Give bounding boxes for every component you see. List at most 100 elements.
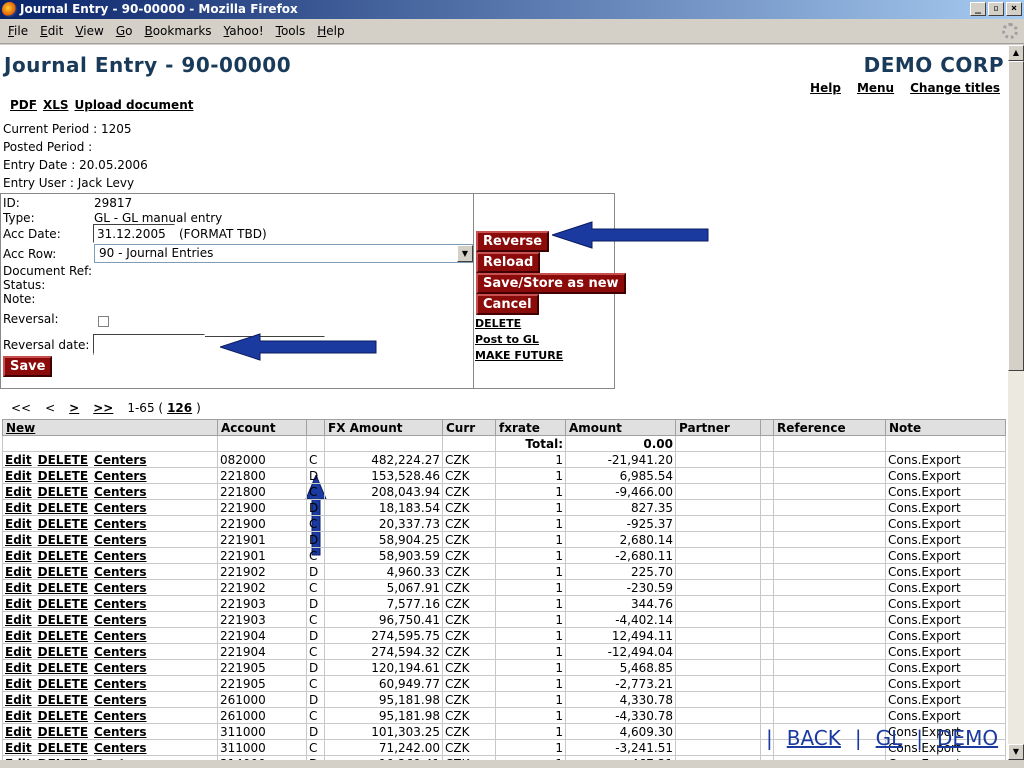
delete-link[interactable]: DELETE	[38, 725, 88, 739]
cancel-button[interactable]: Cancel	[476, 294, 539, 315]
pager-next[interactable]: >	[69, 401, 79, 415]
delete-link[interactable]: DELETE	[475, 317, 521, 330]
delete-link[interactable]: DELETE	[38, 469, 88, 483]
edit-link[interactable]: Edit	[5, 453, 32, 467]
centers-link[interactable]: Centers	[94, 517, 146, 531]
reversal-checkbox[interactable]	[98, 316, 109, 327]
scrollbar-thumb[interactable]	[1008, 61, 1024, 371]
minimize-button[interactable]: _	[970, 2, 986, 16]
maximize-button[interactable]: ▫	[988, 2, 1004, 16]
centers-link[interactable]: Centers	[94, 597, 146, 611]
gl-link[interactable]: GL	[876, 726, 903, 750]
vertical-scrollbar[interactable]: ▲ ▼	[1008, 45, 1024, 760]
upload-document-link[interactable]: Upload document	[75, 98, 194, 112]
delete-link[interactable]: DELETE	[38, 533, 88, 547]
scroll-down-icon[interactable]: ▼	[1008, 744, 1024, 760]
centers-link[interactable]: Centers	[94, 725, 146, 739]
edit-link[interactable]: Edit	[5, 469, 32, 483]
centers-link[interactable]: Centers	[94, 533, 146, 547]
centers-link[interactable]: Centers	[94, 565, 146, 579]
close-button[interactable]: ×	[1006, 2, 1022, 16]
new-link[interactable]: New	[6, 421, 35, 435]
acc-row-select[interactable]: 90 - Journal Entries ▼	[94, 244, 474, 263]
centers-link[interactable]: Centers	[94, 741, 146, 755]
save-button[interactable]: Save	[3, 356, 53, 377]
delete-link[interactable]: DELETE	[38, 565, 88, 579]
menu-file[interactable]: File	[2, 24, 34, 38]
edit-link[interactable]: Edit	[5, 725, 32, 739]
edit-link[interactable]: Edit	[5, 709, 32, 723]
centers-link[interactable]: Centers	[94, 581, 146, 595]
edit-link[interactable]: Edit	[5, 581, 32, 595]
menu-help[interactable]: Help	[311, 24, 350, 38]
edit-link[interactable]: Edit	[5, 677, 32, 691]
scroll-up-icon[interactable]: ▲	[1008, 45, 1024, 61]
centers-link[interactable]: Centers	[94, 453, 146, 467]
pager-total[interactable]: 126	[167, 401, 192, 415]
delete-link[interactable]: DELETE	[38, 693, 88, 707]
menu-link[interactable]: Menu	[857, 81, 894, 95]
edit-link[interactable]: Edit	[5, 565, 32, 579]
delete-link[interactable]: DELETE	[38, 485, 88, 499]
delete-link[interactable]: DELETE	[38, 581, 88, 595]
change-titles-link[interactable]: Change titles	[910, 81, 1000, 95]
help-link[interactable]: Help	[810, 81, 841, 95]
menu-view[interactable]: View	[69, 24, 109, 38]
centers-link[interactable]: Centers	[94, 645, 146, 659]
edit-link[interactable]: Edit	[5, 693, 32, 707]
save-store-as-new-button[interactable]: Save/Store as new	[476, 273, 626, 294]
pdf-link[interactable]: PDF	[10, 98, 37, 112]
acc-date-input[interactable]	[93, 224, 175, 243]
reversal-date-input[interactable]	[93, 334, 205, 354]
delete-link[interactable]: DELETE	[38, 661, 88, 675]
edit-link[interactable]: Edit	[5, 517, 32, 531]
delete-link[interactable]: DELETE	[38, 517, 88, 531]
delete-link[interactable]: DELETE	[38, 677, 88, 691]
delete-link[interactable]: DELETE	[38, 453, 88, 467]
chevron-down-icon[interactable]: ▼	[457, 245, 473, 262]
delete-link[interactable]: DELETE	[38, 709, 88, 723]
centers-link[interactable]: Centers	[94, 501, 146, 515]
make-future-link[interactable]: MAKE FUTURE	[475, 349, 563, 362]
edit-link[interactable]: Edit	[5, 597, 32, 611]
pager-last[interactable]: >>	[93, 401, 113, 415]
demo-link[interactable]: DEMO	[937, 726, 998, 750]
delete-link[interactable]: DELETE	[38, 501, 88, 515]
centers-link[interactable]: Centers	[94, 661, 146, 675]
edit-link[interactable]: Edit	[5, 613, 32, 627]
delete-link[interactable]: DELETE	[38, 629, 88, 643]
centers-link[interactable]: Centers	[94, 709, 146, 723]
centers-link[interactable]: Centers	[94, 469, 146, 483]
delete-link[interactable]: DELETE	[38, 741, 88, 755]
delete-link[interactable]: DELETE	[38, 597, 88, 611]
edit-link[interactable]: Edit	[5, 741, 32, 755]
edit-link[interactable]: Edit	[5, 661, 32, 675]
edit-link[interactable]: Edit	[5, 645, 32, 659]
menu-edit[interactable]: Edit	[34, 24, 69, 38]
pager-first[interactable]: <<	[11, 401, 31, 415]
delete-link[interactable]: DELETE	[38, 549, 88, 563]
edit-link[interactable]: Edit	[5, 629, 32, 643]
centers-link[interactable]: Centers	[94, 677, 146, 691]
post-to-gl-link[interactable]: Post to GL	[475, 333, 539, 346]
edit-link[interactable]: Edit	[5, 533, 32, 547]
edit-link[interactable]: Edit	[5, 501, 32, 515]
menu-yahoo[interactable]: Yahoo!	[218, 24, 270, 38]
centers-link[interactable]: Centers	[94, 693, 146, 707]
menu-go[interactable]: Go	[110, 24, 139, 38]
back-link[interactable]: BACK	[787, 726, 841, 750]
menu-tools[interactable]: Tools	[270, 24, 312, 38]
reverse-button[interactable]: Reverse	[476, 231, 550, 252]
pager-prev[interactable]: <	[45, 401, 55, 415]
centers-link[interactable]: Centers	[94, 485, 146, 499]
delete-link[interactable]: DELETE	[38, 613, 88, 627]
reload-button[interactable]: Reload	[476, 252, 541, 273]
edit-link[interactable]: Edit	[5, 549, 32, 563]
centers-link[interactable]: Centers	[94, 549, 146, 563]
delete-link[interactable]: DELETE	[38, 645, 88, 659]
centers-link[interactable]: Centers	[94, 613, 146, 627]
centers-link[interactable]: Centers	[94, 629, 146, 643]
xls-link[interactable]: XLS	[43, 98, 69, 112]
edit-link[interactable]: Edit	[5, 485, 32, 499]
menu-bookmarks[interactable]: Bookmarks	[138, 24, 217, 38]
